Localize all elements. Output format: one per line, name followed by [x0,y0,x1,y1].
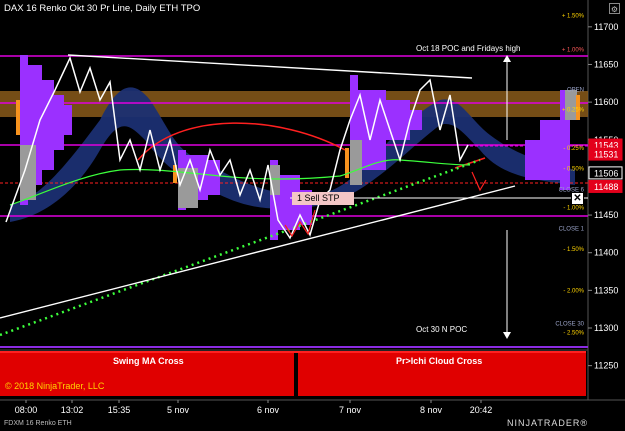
swing-ma-cross-label: Swing MA Cross [113,356,184,366]
price-label: 11250 [594,361,618,371]
close-order-button[interactable]: ✕ [571,192,584,205]
percent-label: + 1.00% [562,47,585,53]
chart-title: DAX 16 Renko Okt 30 Pr Line, Daily ETH T… [4,3,201,14]
price-label: 11300 [594,323,618,333]
time-label: 6 nov [257,405,280,415]
time-label: 7 nov [339,405,362,415]
value-area-band [0,91,588,117]
level-label: OPEN [567,87,584,93]
percent-label: - 0.25% [563,146,584,152]
time-label: 5 nov [167,405,190,415]
price-label: 11350 [594,285,618,295]
annotation-bottom: Oct 30 N POC [416,325,468,334]
percent-label: - 2.00% [563,288,584,294]
annotation-top: Oct 18 POC and Fridays high [416,44,521,53]
sell-stop-order[interactable]: 1 Sell STP [292,192,354,205]
poc-marker [16,100,20,135]
price-label: 11650 [594,59,618,69]
time-label: 8 nov [420,405,443,415]
red-zigzag [471,171,487,192]
price-tags: 11543115311150611488 [588,138,623,193]
tpo-grey-block [565,90,577,120]
tpo-grey-block [20,145,36,200]
price-label: 11700 [594,22,618,32]
time-label: 08:00 [15,405,38,415]
price-label: 11600 [594,97,618,107]
tpo-grey-block [350,140,362,185]
copyright-text: © 2018 NinjaTrader, LLC [5,381,105,391]
level-label: CLOSE 30 [555,321,584,327]
percent-label: + 1.50% [562,14,585,20]
price-tag-label: 11531 [594,150,618,160]
target-arrow-down-head [503,332,511,339]
time-label: 13:02 [61,405,84,415]
level-label: CLOSE 1 [559,227,585,233]
gear-icon[interactable]: ⚙ [609,3,620,14]
price-tag-label: 11488 [594,182,618,192]
time-label: 20:42 [470,405,493,415]
tpo-grey-block [270,165,280,195]
price-label: 11450 [594,210,618,220]
ichi-cloud-cross-label: Pr>Ichi Cloud Cross [396,356,483,366]
percent-label: + 0.25% [562,108,585,114]
ninjatrader-logo: NINJATRADER® [507,418,588,428]
percent-label: - 0.50% [563,166,584,172]
price-axis[interactable]: 1170011650116001155011450114001135011300… [588,22,618,371]
white-trendline-upper [67,54,473,79]
time-label: 15:35 [108,405,131,415]
instrument-tab[interactable]: FDXM 16 Renko ETH [4,420,72,427]
time-axis[interactable]: 08:00 13:02 15:35 5 nov 6 nov 7 nov 8 nov 20:42 [15,400,493,415]
price-tag-label: 11506 [594,168,618,178]
percent-label: - 1.00% [563,206,584,212]
price-chart[interactable]: 1170011650116001155011450114001135011300… [0,0,625,431]
percent-label: - 1.50% [563,247,584,253]
price-label: 11400 [594,248,618,258]
percent-label: - 2.50% [563,331,584,337]
